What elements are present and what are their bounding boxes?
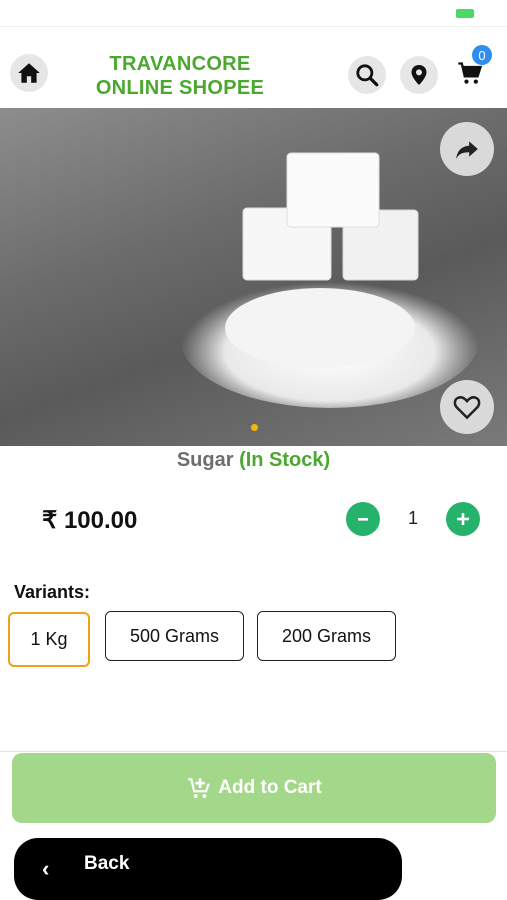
image-carousel-dot[interactable] (251, 424, 258, 431)
variant-option-500g[interactable]: 500 Grams (105, 611, 244, 661)
variant-option-200g[interactable]: 200 Grams (257, 611, 396, 661)
search-icon (356, 64, 379, 87)
home-icon (18, 63, 40, 83)
location-pin-icon (411, 65, 427, 85)
cart-count-badge: 0 (472, 45, 492, 65)
heart-icon (453, 396, 481, 420)
back-button[interactable]: ‹ Back (14, 838, 402, 900)
share-button[interactable] (440, 122, 494, 176)
decrease-quantity-button[interactable] (346, 502, 380, 536)
status-bar (0, 0, 507, 27)
search-button[interactable] (348, 56, 386, 94)
plus-icon (457, 513, 469, 525)
home-button[interactable] (10, 54, 48, 92)
increase-quantity-button[interactable] (446, 502, 480, 536)
share-arrow-icon (456, 141, 478, 159)
product-price: ₹ 100.00 (42, 507, 138, 534)
product-image (0, 108, 507, 446)
brand-title: TRAVANCORE ONLINE SHOPEE (70, 52, 290, 100)
variants-label: Variants: (14, 582, 91, 602)
variant-option-1kg[interactable]: 1 Kg (8, 612, 90, 667)
back-label: Back (84, 853, 130, 874)
chevron-left-icon: ‹ (42, 856, 50, 881)
add-to-cart-button[interactable]: Add to Cart (12, 753, 496, 823)
app-header: TRAVANCORE ONLINE SHOPEE 0 (0, 45, 507, 106)
quantity-value: 1 (407, 508, 418, 528)
battery-icon (456, 9, 474, 18)
minus-icon (358, 518, 368, 521)
stock-status: (In Stock) (239, 449, 331, 471)
location-button[interactable] (400, 56, 438, 94)
divider (0, 751, 507, 752)
product-name: Sugar (176, 449, 234, 471)
add-to-cart-icon (188, 778, 211, 799)
brand-line-2: ONLINE SHOPEE (95, 77, 265, 99)
sugar-image-illustration (180, 152, 480, 408)
add-to-cart-label: Add to Cart (218, 777, 322, 798)
product-title: Sugar (In Stock) (0, 449, 507, 472)
brand-line-1: TRAVANCORE (109, 53, 251, 75)
favorite-button[interactable] (440, 380, 494, 434)
